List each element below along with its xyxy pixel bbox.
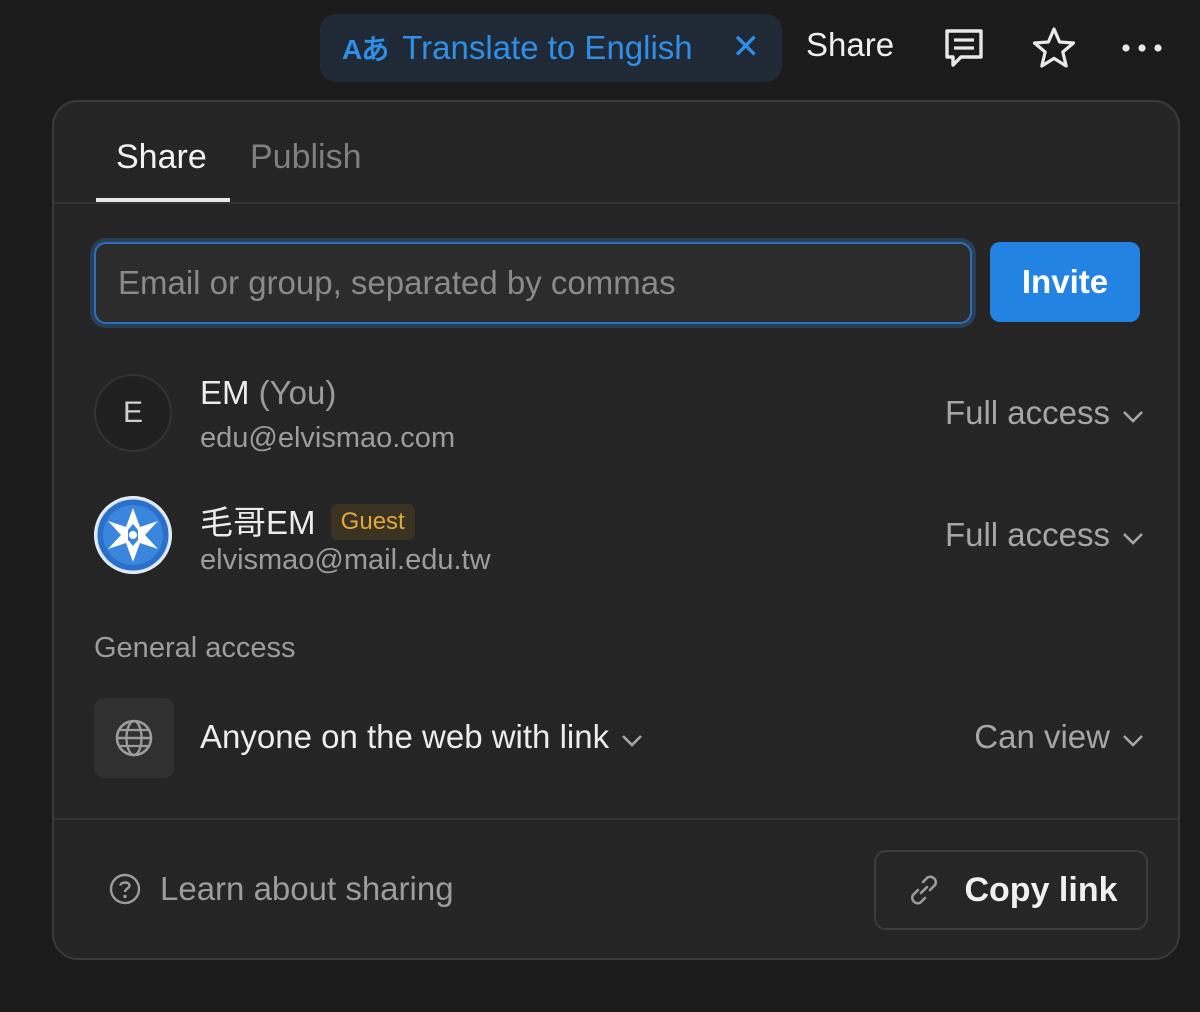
share-button[interactable]: Share	[806, 26, 894, 64]
member-access-dropdown[interactable]: Full access	[945, 394, 1144, 432]
member-name-text: EM	[200, 374, 250, 411]
snowflake-avatar-icon	[94, 496, 172, 574]
general-access-heading: General access	[94, 632, 296, 664]
member-name: EM (You)	[200, 374, 336, 412]
member-row: 毛哥EM Guest elvismao@mail.edu.tw Full acc…	[94, 496, 1144, 586]
invite-email-input[interactable]	[94, 242, 972, 324]
learn-about-sharing-link[interactable]: Learn about sharing	[108, 870, 454, 908]
translate-label: Translate to English	[402, 29, 693, 66]
access-label: Full access	[944, 516, 1110, 553]
link-permission-dropdown[interactable]: Can view	[974, 718, 1144, 756]
member-name: 毛哥EM Guest	[200, 496, 415, 544]
more-options-icon[interactable]	[1118, 22, 1166, 74]
chevron-down-icon	[1122, 718, 1144, 756]
chevron-down-icon	[1122, 394, 1144, 432]
guest-badge: Guest	[330, 504, 415, 541]
you-label: (You)	[258, 374, 337, 411]
globe-icon	[94, 698, 174, 778]
active-tab-indicator	[96, 198, 230, 202]
permission-label: Can view	[974, 718, 1110, 755]
avatar	[94, 496, 172, 574]
comment-icon[interactable]	[940, 22, 988, 74]
chevron-down-icon	[621, 718, 643, 756]
star-icon[interactable]	[1030, 22, 1078, 74]
translate-icon: Aあ	[342, 34, 389, 65]
member-access-dropdown[interactable]: Full access	[945, 516, 1144, 554]
member-email: edu@elvismao.com	[200, 422, 456, 454]
tab-publish[interactable]: Publish	[250, 138, 362, 177]
share-tabs: Share Publish	[54, 102, 1178, 204]
chevron-down-icon	[1122, 516, 1144, 554]
link-scope-label: Anyone on the web with link	[200, 718, 610, 755]
help-icon	[109, 873, 141, 905]
member-email: elvismao@mail.edu.tw	[200, 544, 491, 576]
share-panel: Share Publish Invite E EM (You) edu@elvi…	[52, 100, 1180, 960]
general-access-row: Anyone on the web with link Can view	[94, 698, 1144, 778]
footer-divider	[54, 818, 1178, 820]
member-row: E EM (You) edu@elvismao.com Full access	[94, 374, 1144, 464]
invite-button[interactable]: Invite	[990, 242, 1140, 322]
top-bar: Aあ Translate to English ✕ Share	[0, 0, 1200, 100]
learn-label: Learn about sharing	[160, 870, 454, 907]
tab-share[interactable]: Share	[116, 138, 207, 177]
link-icon	[911, 875, 938, 905]
copy-link-button[interactable]: Copy link	[874, 850, 1148, 930]
close-icon[interactable]: ✕	[732, 28, 761, 66]
access-label: Full access	[944, 394, 1110, 431]
link-scope-dropdown[interactable]: Anyone on the web with link	[200, 718, 643, 756]
avatar: E	[94, 374, 172, 452]
member-name-text: 毛哥EM	[200, 504, 316, 541]
translate-to-english-button[interactable]: Aあ Translate to English ✕	[320, 14, 782, 82]
copy-link-label: Copy link	[964, 870, 1118, 909]
